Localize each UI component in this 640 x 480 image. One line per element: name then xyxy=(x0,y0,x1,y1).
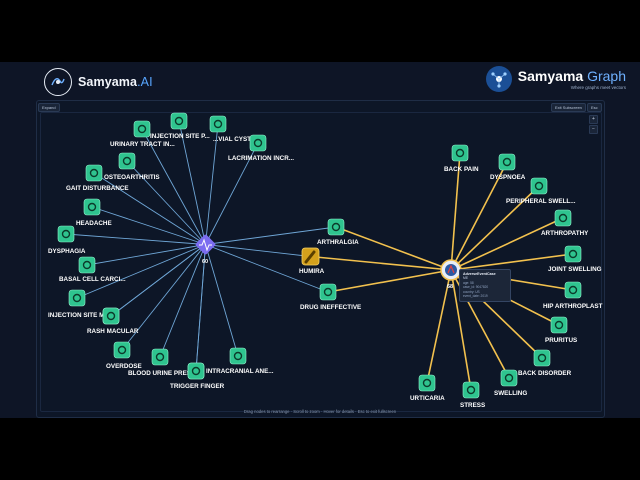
reaction-node-box[interactable] xyxy=(78,256,96,274)
graph-canvas[interactable]: INJECTION SITE P... ...VIAL CYST URINARY T… xyxy=(0,0,640,480)
right-reaction-node[interactable]: DYSPNOEA xyxy=(490,153,526,181)
reaction-node-box[interactable] xyxy=(319,283,337,301)
reaction-node-box[interactable] xyxy=(498,153,516,171)
right-edge xyxy=(310,255,452,271)
reaction-node-box[interactable] xyxy=(102,307,120,325)
reaction-node-box[interactable] xyxy=(83,198,101,216)
reaction-node-box[interactable] xyxy=(151,348,169,366)
node-label: INTRACRANIAL ANE... xyxy=(206,368,274,375)
node-label: PRURITUS xyxy=(545,337,577,344)
reaction-node-box[interactable] xyxy=(418,374,436,392)
left-reaction-node[interactable]: BASAL CELL CARCI... xyxy=(59,256,126,283)
reaction-node-box[interactable] xyxy=(554,209,572,227)
reaction-node-box[interactable] xyxy=(57,225,75,243)
right-reaction-node[interactable]: BACK DISORDER xyxy=(518,349,572,377)
reaction-node-box[interactable] xyxy=(68,289,86,307)
node-label: INJECTION SITE P... xyxy=(150,133,210,140)
right-hub-count: 68 xyxy=(447,284,453,290)
humira-drug-node[interactable]: HUMIRA xyxy=(299,247,325,275)
left-reaction-node[interactable]: INTRACRANIAL ANE... xyxy=(206,347,274,375)
reaction-node-box[interactable] xyxy=(533,349,551,367)
left-edge xyxy=(205,244,239,357)
right-reaction-node[interactable]: PERIPHERAL SWELL... xyxy=(506,177,576,205)
reaction-node-box[interactable] xyxy=(564,281,582,299)
left-reaction-node[interactable]: DYSPHAGIA xyxy=(48,225,86,255)
node-label: ARTHRALGIA xyxy=(317,239,359,246)
reaction-node-box[interactable] xyxy=(133,120,151,138)
reaction-node-box[interactable] xyxy=(462,381,480,399)
right-edge xyxy=(335,226,452,271)
right-hub-node[interactable]: 68 xyxy=(440,259,462,290)
edge-layer xyxy=(65,120,574,391)
left-reaction-node[interactable]: ...VIAL CYST xyxy=(209,115,251,143)
reaction-node-box[interactable] xyxy=(500,369,518,387)
node-label: HEADACHE xyxy=(76,220,112,227)
reaction-node-box[interactable] xyxy=(564,245,582,263)
humira-label: HUMIRA xyxy=(299,268,325,275)
node-label: BACK PAIN xyxy=(444,166,479,173)
right-reaction-node[interactable]: URTICARIA xyxy=(410,374,445,402)
left-reaction-node[interactable]: HEADACHE xyxy=(76,198,112,227)
reaction-node-box[interactable] xyxy=(170,112,188,130)
reaction-node-box[interactable] xyxy=(187,362,205,380)
node-label: TRIGGER FINGER xyxy=(170,383,225,390)
left-reaction-node[interactable] xyxy=(102,307,120,325)
left-hub-node[interactable]: 60 xyxy=(195,234,216,265)
node-tooltip: AdverseEventCase ME age: 58 case_id: 904… xyxy=(459,269,511,302)
reaction-node-box[interactable] xyxy=(229,347,247,365)
left-hub-count: 60 xyxy=(202,259,208,265)
node-label: RASH MACULAR xyxy=(87,328,139,335)
interaction-hints: Drag nodes to rearrange · Scroll to zoom… xyxy=(243,409,397,414)
reaction-node-box[interactable] xyxy=(327,218,345,236)
left-reaction-node[interactable] xyxy=(187,362,205,380)
reaction-node-box[interactable] xyxy=(113,341,131,359)
node-label: SWELLING xyxy=(494,390,527,397)
node-label: BLOOD URINE PRES... xyxy=(128,370,196,377)
left-reaction-node[interactable]: INJECTION SITE P... xyxy=(150,112,210,140)
reaction-node-box[interactable] xyxy=(209,115,227,133)
node-label: HIP ARTHROPLAST xyxy=(543,303,603,310)
left-reaction-node[interactable]: OSTEOARTHRITIS xyxy=(104,152,160,181)
node-label: PERIPHERAL SWELL... xyxy=(506,198,576,205)
tooltip-subtitle: ME xyxy=(463,276,469,280)
node-label: STRESS xyxy=(460,402,485,409)
reaction-node-box[interactable] xyxy=(451,144,469,162)
reaction-node-box[interactable] xyxy=(530,177,548,195)
right-reaction-node[interactable]: STRESS xyxy=(460,381,485,409)
right-reaction-node[interactable]: JOINT SWELLING xyxy=(548,245,602,273)
node-label: URTICARIA xyxy=(410,395,445,402)
node-label: GAIT DISTURBANCE xyxy=(66,185,129,192)
right-reaction-node[interactable]: BACK PAIN xyxy=(444,144,479,173)
node-label: BASAL CELL CARCI... xyxy=(59,276,126,283)
left-edge xyxy=(93,172,206,245)
tooltip-row: event_date: 2019 xyxy=(463,294,488,299)
node-label: JOINT SWELLING xyxy=(548,266,602,273)
node-label: DYSPHAGIA xyxy=(48,248,86,255)
node-label: ARTHROPATHY xyxy=(541,230,589,237)
left-edge xyxy=(65,232,206,245)
node-label: LACRIMATION INCR... xyxy=(228,155,294,162)
left-edge xyxy=(86,244,206,267)
left-edge xyxy=(76,244,206,299)
node-label: BACK DISORDER xyxy=(518,370,572,377)
right-reaction-node[interactable]: ARTHROPATHY xyxy=(541,209,589,237)
node-label: DYSPNOEA xyxy=(490,174,526,181)
reaction-node-box[interactable] xyxy=(249,134,267,152)
node-label: OSTEOARTHRITIS xyxy=(104,174,160,181)
left-reaction-node[interactable]: INJECTION SITE M... xyxy=(48,289,110,319)
reaction-node-box[interactable] xyxy=(550,316,568,334)
node-label: INJECTION SITE M... xyxy=(48,312,110,319)
right-edge xyxy=(327,269,452,293)
node-label: OVERDOSE xyxy=(106,363,142,370)
left-reaction-node[interactable]: OVERDOSE xyxy=(106,341,142,370)
reaction-node-box[interactable] xyxy=(85,164,103,182)
node-label: URINARY TRACT IN... xyxy=(110,141,175,148)
node-label: ...VIAL CYST xyxy=(213,136,251,143)
node-label: DRUG INEFFECTIVE xyxy=(300,304,361,311)
reaction-node-box[interactable] xyxy=(118,152,136,170)
